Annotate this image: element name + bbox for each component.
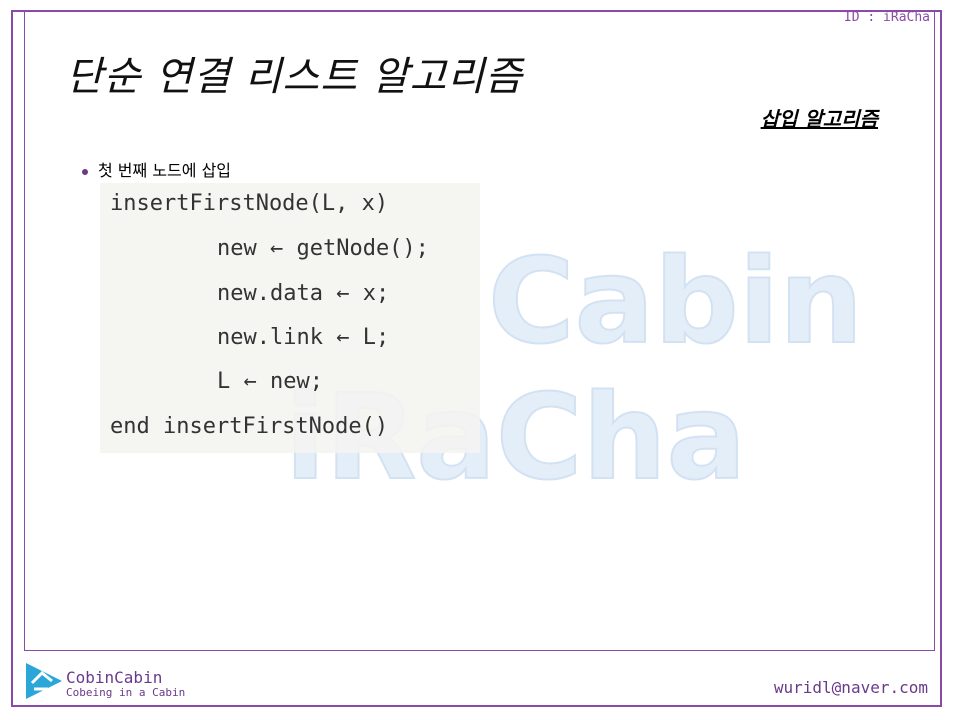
watermark-line-1: Cabin <box>487 231 864 371</box>
author-id-label: ID : iRaCha <box>843 10 930 25</box>
code-line: new.data ← x; <box>217 281 390 306</box>
bullet-dot-icon <box>82 168 88 175</box>
code-line: new.link ← L; <box>217 325 390 350</box>
bullet-item: 첫 번째 노드에 삽입 <box>82 157 231 181</box>
slide-title: 단순 연결 리스트 알고리즘 <box>66 54 523 100</box>
bullet-text: 첫 번째 노드에 삽입 <box>98 161 232 180</box>
cobincabin-logo-icon <box>26 663 62 699</box>
code-block: insertFirstNode(L, x) new ← getNode(); n… <box>100 183 480 453</box>
slide-subtitle: 삽입 알고리즘 <box>760 107 878 131</box>
brand-tagline: Cobeing in a Cabin <box>66 686 186 699</box>
code-line: new ← getNode(); <box>217 236 429 261</box>
frame-divider-left <box>24 12 25 650</box>
code-line: insertFirstNode(L, x) <box>110 191 389 216</box>
brand-name: CobinCabin <box>66 668 163 687</box>
code-line: L ← new; <box>217 369 323 394</box>
contact-email: wuridl@naver.com <box>773 678 928 697</box>
frame-divider-right <box>934 12 935 650</box>
code-line: end insertFirstNode() <box>110 414 389 439</box>
frame-divider-bottom <box>24 650 935 651</box>
